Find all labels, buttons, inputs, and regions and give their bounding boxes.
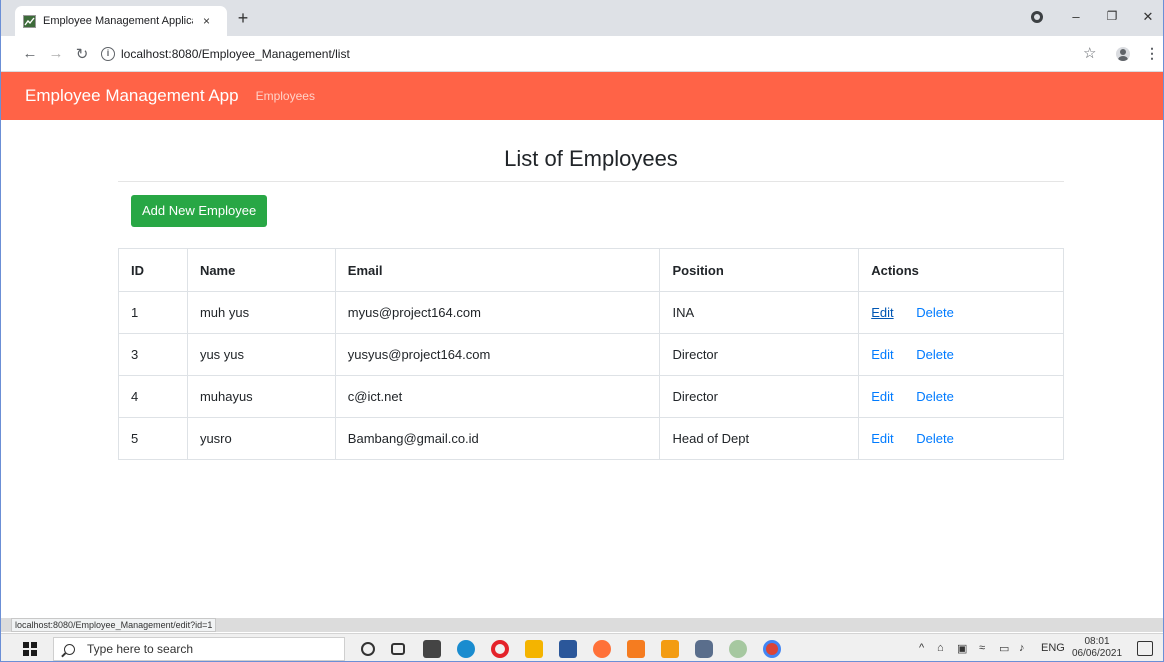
- table-row: 3 yus yus yusyus@project164.com Director…: [118, 333, 1064, 376]
- cell-email: myus@project164.com: [334, 291, 661, 334]
- delete-link[interactable]: Delete: [916, 431, 954, 446]
- table-row: 4 muhayus c@ict.net Director Edit Delete: [118, 375, 1064, 418]
- volume-icon[interactable]: ♪: [1019, 642, 1025, 654]
- opera-icon[interactable]: [491, 640, 509, 658]
- cell-position: Director: [659, 333, 860, 376]
- cell-id: 4: [118, 375, 188, 418]
- cell-name: yusro: [186, 417, 336, 460]
- horizontal-scrollbar[interactable]: localhost:8080/Employee_Management/edit?…: [1, 618, 1163, 632]
- divider: [118, 181, 1064, 182]
- task-view-icon[interactable]: [391, 643, 405, 655]
- favicon-icon: [23, 14, 36, 28]
- cell-name: muhayus: [186, 375, 336, 418]
- edge-icon[interactable]: [457, 640, 475, 658]
- cell-id: 1: [118, 291, 188, 334]
- menu-kebab-icon[interactable]: ⋮: [1145, 45, 1159, 62]
- edit-link[interactable]: Edit: [871, 431, 893, 446]
- tab-title: Employee Management Applicat: [43, 15, 193, 27]
- browser-tab[interactable]: Employee Management Applicat ×: [15, 6, 227, 36]
- wifi-icon[interactable]: ≈: [979, 642, 985, 654]
- table-row: 5 yusro Bambang@gmail.co.id Head of Dept…: [118, 417, 1064, 460]
- cell-position: Head of Dept: [659, 417, 860, 460]
- paint-icon[interactable]: [729, 640, 747, 658]
- maximize-button[interactable]: ❐: [1103, 9, 1121, 27]
- cortana-icon[interactable]: [361, 642, 375, 656]
- header-actions: Actions: [858, 248, 1064, 292]
- new-tab-button[interactable]: +: [233, 8, 253, 29]
- cell-email: Bambang@gmail.co.id: [334, 417, 661, 460]
- nav-link-employees[interactable]: Employees: [256, 89, 315, 103]
- cell-actions: Edit Delete: [858, 417, 1064, 460]
- clock-time: 08:01: [1084, 636, 1110, 647]
- cell-actions: Edit Delete: [858, 291, 1064, 334]
- header-email: Email: [334, 248, 661, 292]
- browser-window: Employee Management Applicat × + – ❐ ✕ ←…: [0, 0, 1164, 662]
- bookmark-star-icon[interactable]: ☆: [1083, 44, 1096, 62]
- delete-link[interactable]: Delete: [916, 389, 954, 404]
- delete-link[interactable]: Delete: [916, 347, 954, 362]
- tray-app-icon[interactable]: ▣: [957, 642, 967, 655]
- virtualbox-icon[interactable]: [695, 640, 713, 658]
- store-icon[interactable]: [423, 640, 441, 658]
- forward-icon[interactable]: →: [47, 45, 65, 62]
- info-icon[interactable]: i: [101, 47, 115, 61]
- app-brand[interactable]: Employee Management App: [25, 86, 239, 106]
- cell-position: INA: [659, 291, 860, 334]
- account-icon[interactable]: [1116, 47, 1130, 61]
- edit-link[interactable]: Edit: [871, 389, 893, 404]
- header-name: Name: [186, 248, 336, 292]
- cell-name: muh yus: [186, 291, 336, 334]
- extension-icon[interactable]: [1031, 11, 1043, 23]
- cell-name: yus yus: [186, 333, 336, 376]
- cell-email: yusyus@project164.com: [334, 333, 661, 376]
- cell-id: 3: [118, 333, 188, 376]
- notification-icon[interactable]: [1137, 641, 1153, 656]
- employee-table: ID Name Email Position Actions 1 muh yus…: [118, 248, 1064, 460]
- header-position: Position: [659, 248, 860, 292]
- table-header-row: ID Name Email Position Actions: [118, 248, 1064, 292]
- address-bar[interactable]: i localhost:8080/Employee_Management/lis…: [101, 42, 1101, 66]
- header-id: ID: [118, 248, 188, 292]
- firefox-icon[interactable]: [593, 640, 611, 658]
- search-placeholder: Type here to search: [87, 642, 194, 656]
- app-icon[interactable]: [661, 640, 679, 658]
- address-url[interactable]: localhost:8080/Employee_Management/list: [121, 47, 350, 61]
- battery-icon[interactable]: ▭: [999, 642, 1009, 655]
- browser-toolbar: ← → ↻ i localhost:8080/Employee_Manageme…: [1, 36, 1163, 72]
- add-employee-button[interactable]: Add New Employee: [131, 195, 268, 227]
- word-icon[interactable]: [559, 640, 577, 658]
- reload-icon[interactable]: ↻: [73, 45, 91, 63]
- windows-taskbar: Type here to search ^ ⌂ ▣ ≈ ▭ ♪ ENG 08:0…: [1, 633, 1163, 661]
- tray-chevron-icon[interactable]: ^: [919, 642, 924, 654]
- table-row: 1 muh yus myus@project164.com INA Edit D…: [118, 291, 1064, 334]
- taskbar-search-input[interactable]: Type here to search: [53, 637, 345, 661]
- file-explorer-icon[interactable]: [525, 640, 543, 658]
- tray-network-icon[interactable]: ⌂: [937, 642, 944, 654]
- main-content: List of Employees Add New Employee ID Na…: [118, 120, 1064, 460]
- app-navbar: Employee Management App Employees: [1, 72, 1163, 120]
- cell-email: c@ict.net: [334, 375, 661, 418]
- cell-actions: Edit Delete: [858, 333, 1064, 376]
- back-icon[interactable]: ←: [21, 45, 39, 62]
- delete-link[interactable]: Delete: [916, 305, 954, 320]
- search-icon: [64, 643, 75, 655]
- clock-date: 06/06/2021: [1071, 648, 1123, 659]
- tab-close-icon[interactable]: ×: [203, 14, 210, 28]
- cell-actions: Edit Delete: [858, 375, 1064, 418]
- close-window-button[interactable]: ✕: [1139, 9, 1157, 27]
- tab-strip: Employee Management Applicat × + – ❐ ✕: [1, 0, 1163, 36]
- xampp-icon[interactable]: [627, 640, 645, 658]
- cell-position: Director: [659, 375, 860, 418]
- edit-link[interactable]: Edit: [871, 305, 893, 320]
- page-title: List of Employees: [504, 146, 678, 171]
- clock[interactable]: 08:01 06/06/2021: [1069, 636, 1125, 660]
- windows-start-icon[interactable]: [23, 642, 37, 656]
- status-url: localhost:8080/Employee_Management/edit?…: [11, 618, 217, 632]
- minimize-button[interactable]: –: [1067, 9, 1085, 27]
- language-indicator[interactable]: ENG: [1041, 642, 1065, 654]
- cell-id: 5: [118, 417, 188, 460]
- edit-link[interactable]: Edit: [871, 347, 893, 362]
- chrome-icon[interactable]: [763, 640, 781, 658]
